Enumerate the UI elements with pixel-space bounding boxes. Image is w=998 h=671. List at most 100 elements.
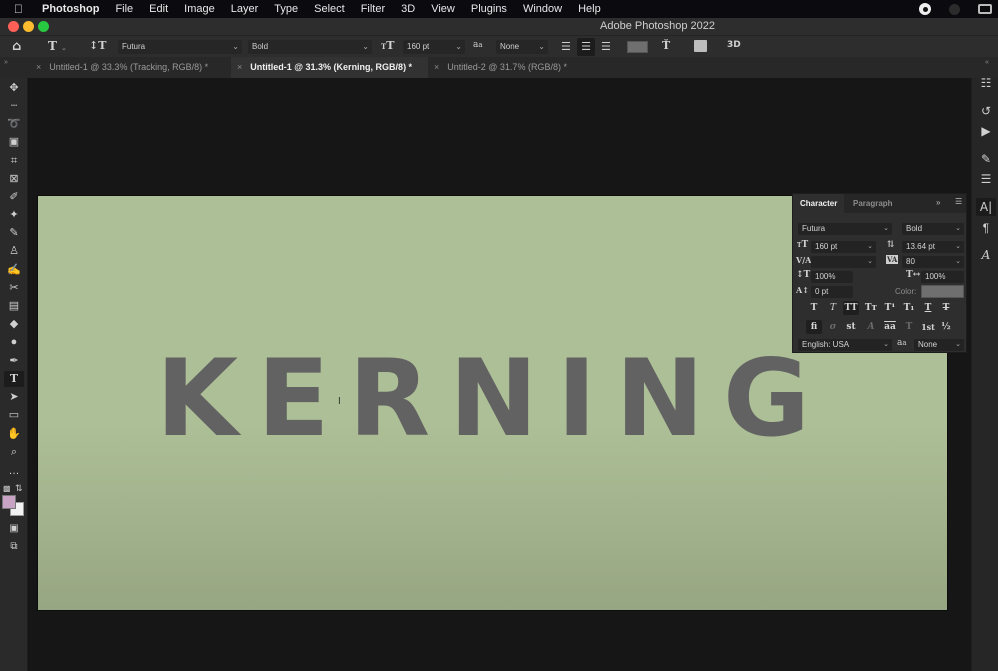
minimize-window-button[interactable] [23, 21, 34, 32]
tab-character[interactable]: Character [793, 194, 845, 213]
strikethrough-button[interactable]: T [938, 301, 954, 315]
play-actions-icon[interactable]: ▶ [976, 122, 996, 140]
contextual-alternates-button[interactable]: aa [882, 320, 898, 334]
close-window-button[interactable] [8, 21, 19, 32]
warp-text-icon[interactable]: T̆ [662, 39, 670, 52]
pen-tool-icon[interactable]: ✒ [4, 353, 24, 369]
collapse-dock-icon[interactable]: « [985, 59, 989, 66]
close-tab-icon[interactable]: × [237, 62, 242, 72]
superscript-button[interactable]: T¹ [882, 301, 898, 315]
menu-3d[interactable]: 3D [401, 3, 415, 15]
adjustments-icon[interactable]: ☰ [976, 170, 996, 188]
properties-icon[interactable]: ☷ [976, 74, 996, 92]
dodge-tool-icon[interactable]: ● [4, 334, 24, 350]
type-tool-preset-icon[interactable]: T ⌄ [48, 39, 67, 53]
menu-plugins[interactable]: Plugins [471, 3, 507, 15]
close-tab-icon[interactable]: × [36, 62, 41, 72]
rectangle-tool-icon[interactable]: ▭ [4, 407, 24, 423]
status-dot-icon[interactable] [949, 3, 960, 15]
font-size-dropdown[interactable]: 160 pt ⌄ [403, 40, 465, 54]
all-caps-button[interactable]: TT [843, 301, 859, 315]
eyedropper-tool-icon[interactable]: ✐ [4, 189, 24, 205]
old-style-button[interactable]: σ [825, 320, 841, 334]
character-color-swatch[interactable] [921, 285, 964, 298]
expand-panel-icon[interactable]: » [936, 198, 940, 207]
brush-tool-icon[interactable]: ✎ [4, 225, 24, 241]
clone-stamp-tool-icon[interactable]: ♙ [4, 243, 24, 259]
menu-layer[interactable]: Layer [231, 3, 259, 15]
3d-button[interactable]: 3D [727, 40, 741, 50]
faux-bold-button[interactable]: T [806, 301, 822, 315]
baseline-shift-field[interactable]: 0 pt [811, 286, 853, 298]
crop-tool-icon[interactable]: ⌗ [4, 153, 24, 169]
toggle-panels-icon[interactable] [694, 40, 707, 52]
small-caps-button[interactable]: Tᴛ [863, 301, 879, 315]
align-left-button[interactable]: ☰ [561, 40, 571, 53]
history-icon[interactable]: ↺ [976, 102, 996, 120]
canvas-text-layer[interactable]: KERNING [156, 346, 829, 452]
subscript-button[interactable]: T₁ [901, 301, 917, 315]
home-icon[interactable]: ⌂ [12, 39, 21, 54]
menu-file[interactable]: File [115, 3, 133, 15]
titling-alternates-button[interactable]: T [901, 320, 917, 334]
collapse-toolbar-icon[interactable]: » [4, 59, 8, 66]
horizontal-scale-field[interactable]: 100% [921, 271, 964, 283]
menu-window[interactable]: Window [523, 3, 562, 15]
font-style-dropdown[interactable]: Bold ⌄ [248, 40, 372, 54]
align-center-button[interactable]: ☰ [577, 38, 595, 56]
fractions-button[interactable]: ½ [938, 320, 954, 334]
object-select-tool-icon[interactable]: ▣ [4, 134, 24, 150]
menu-type[interactable]: Type [274, 3, 298, 15]
swap-colors-icon[interactable]: ⇅ [15, 483, 23, 494]
display-icon[interactable] [978, 4, 992, 14]
menu-view[interactable]: View [431, 3, 455, 15]
zoom-tool-icon[interactable]: ⌕ [4, 444, 24, 460]
text-orientation-icon[interactable]: ↕T [89, 39, 106, 52]
menu-app-name[interactable]: Photoshop [42, 3, 99, 15]
healing-brush-tool-icon[interactable]: ✦ [4, 207, 24, 223]
tab-paragraph[interactable]: Paragraph [846, 194, 900, 213]
quick-mask-icon[interactable]: ▣ [4, 521, 24, 537]
kerning-field[interactable]: ⌄ [811, 256, 876, 268]
screen-mode-icon[interactable]: ⧉ [4, 539, 24, 555]
zoom-window-button[interactable] [38, 21, 49, 32]
tab-untitled-2[interactable]: × Untitled-2 @ 31.7% (RGB/8) * [428, 57, 588, 78]
frame-tool-icon[interactable]: ⊠ [4, 171, 24, 187]
tab-tracking[interactable]: × Untitled-1 @ 33.3% (Tracking, RGB/8) * [30, 57, 228, 78]
ligatures-button[interactable]: fi [806, 320, 822, 334]
antialias-dropdown[interactable]: None ⌄ [496, 40, 548, 54]
text-color-swatch[interactable] [627, 41, 648, 53]
move-tool-icon[interactable]: ✥ [4, 80, 24, 96]
ordinals-button[interactable]: 1st [920, 320, 936, 334]
discretionary-ligatures-button[interactable]: st [843, 320, 859, 334]
language-select[interactable]: English: USA ⌄ [798, 339, 892, 351]
font-family-dropdown[interactable]: Futura ⌄ [118, 40, 242, 54]
character-icon[interactable]: A| [976, 198, 996, 216]
paragraph-icon[interactable]: ¶ [976, 219, 996, 237]
glyphs-icon[interactable]: A [976, 246, 996, 264]
marquee-tool-icon[interactable]: ┄ [4, 98, 24, 114]
close-tab-icon[interactable]: × [434, 62, 439, 72]
underline-button[interactable]: T [920, 301, 936, 315]
screen-record-icon[interactable] [919, 3, 931, 15]
brush-settings-icon[interactable]: ✎ [976, 150, 996, 168]
apple-logo-icon[interactable]:  [14, 2, 28, 16]
align-right-button[interactable]: ☰ [601, 40, 611, 53]
menu-select[interactable]: Select [314, 3, 345, 15]
foreground-color-swatch[interactable] [2, 495, 16, 509]
default-colors-icon[interactable]: ▩ [3, 484, 11, 493]
menu-image[interactable]: Image [184, 3, 215, 15]
faux-italic-button[interactable]: T [825, 301, 841, 315]
font-size-field[interactable]: 160 pt ⌄ [811, 241, 876, 253]
more-tools-icon[interactable]: … [4, 463, 24, 479]
font-style-select[interactable]: Bold ⌄ [902, 223, 964, 235]
leading-field[interactable]: 13.64 pt ⌄ [902, 241, 964, 253]
tracking-field[interactable]: 80 ⌄ [902, 256, 964, 268]
history-brush-tool-icon[interactable]: ✍ [4, 262, 24, 278]
antialias-select[interactable]: None ⌄ [914, 339, 964, 351]
tab-kerning[interactable]: × Untitled-1 @ 31.3% (Kerning, RGB/8) * [231, 57, 428, 78]
type-tool-icon[interactable]: T [4, 371, 24, 387]
eraser-tool-icon[interactable]: ✂ [4, 280, 24, 296]
path-select-tool-icon[interactable]: ➤ [4, 389, 24, 405]
blur-tool-icon[interactable]: ◆ [4, 316, 24, 332]
